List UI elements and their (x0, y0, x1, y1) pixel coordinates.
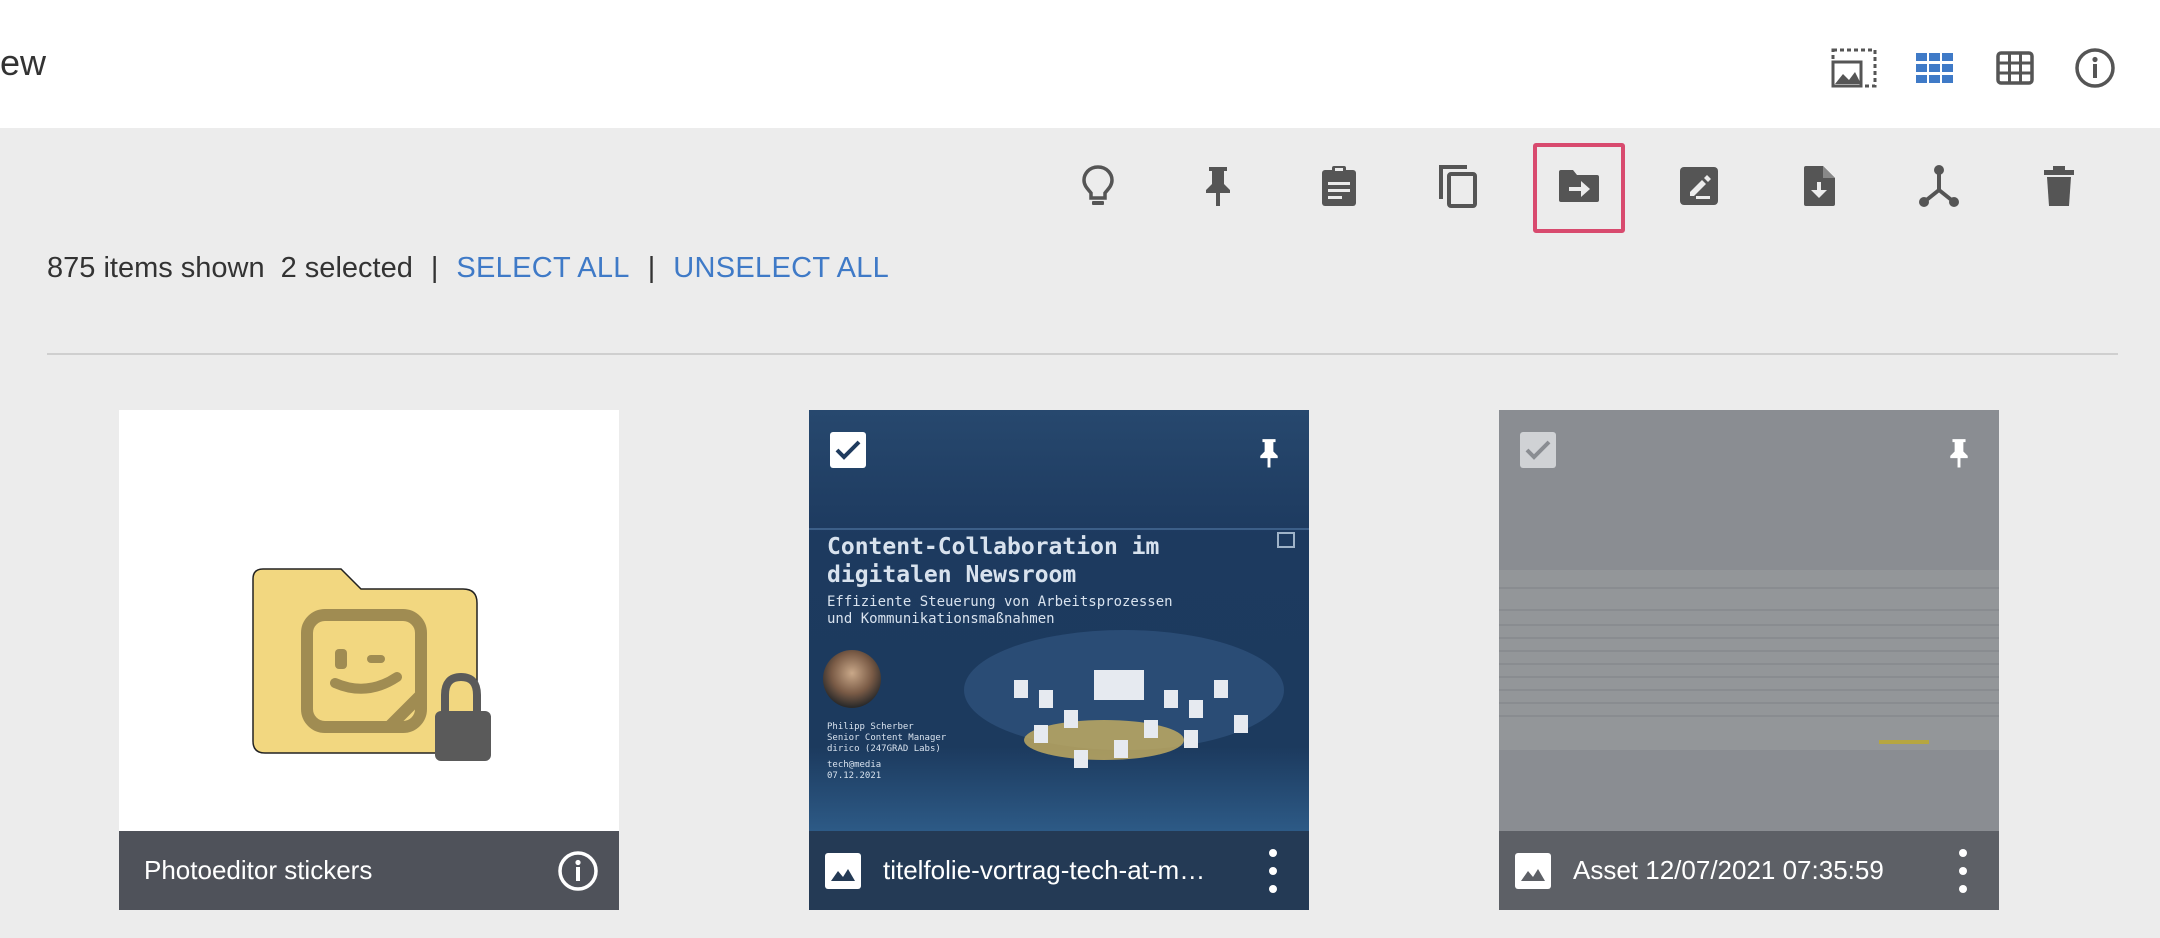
edit-icon (1679, 166, 1719, 211)
speaker-role: Senior Content Manager (827, 733, 947, 743)
speaker-name: Philipp Scherber (827, 722, 914, 732)
select-all-link[interactable]: SELECT ALL (456, 252, 629, 285)
move-to-folder-button[interactable] (1533, 143, 1625, 233)
pin-icon[interactable] (1255, 436, 1283, 470)
newsroom-illustration (964, 630, 1284, 768)
slide-title: digitalen Newsroom (827, 562, 1077, 588)
copy-button[interactable] (1412, 143, 1504, 233)
image-icon (1515, 852, 1551, 889)
clipboard-icon (1320, 164, 1358, 213)
copy-icon (1437, 163, 1479, 214)
pin-icon[interactable] (1945, 436, 1973, 470)
separator: | (430, 252, 439, 284)
image-icon (825, 852, 861, 889)
table-view-icon[interactable] (1991, 44, 2039, 92)
card-footer: Photoeditor stickers (119, 831, 619, 910)
delete-button[interactable] (2013, 143, 2105, 233)
card-label: Photoeditor stickers (144, 855, 373, 885)
table-thumbnail (1499, 410, 1999, 831)
card-footer: titelfolie-vortrag-tech-at-me… (809, 831, 1309, 910)
speaker-company: dirico (247GRAD Labs) (827, 744, 941, 754)
delete-icon (2042, 165, 2076, 212)
more-options-icon[interactable] (1957, 849, 1969, 893)
slide-thumbnail: Content-Collaboration im digitalen Newsr… (809, 410, 1309, 831)
download-file-button[interactable] (1773, 143, 1865, 233)
asset-card[interactable]: Asset 12/07/2021 07:35:59 (1499, 410, 1999, 910)
separator: | (647, 252, 656, 284)
merge-button[interactable] (1893, 143, 1985, 233)
card-label: titelfolie-vortrag-tech-at-me… (883, 855, 1213, 885)
pin-icon (1203, 164, 1233, 213)
edit-button[interactable] (1653, 143, 1745, 233)
asset-card[interactable]: Content-Collaboration im digitalen Newsr… (809, 410, 1309, 910)
top-header: ew (0, 0, 2160, 128)
divider (47, 353, 2118, 355)
card-footer: Asset 12/07/2021 07:35:59 (1499, 831, 1999, 910)
clipboard-button[interactable] (1293, 143, 1385, 233)
event-date: 07.12.2021 (827, 771, 882, 781)
event-name: tech@media (827, 760, 882, 770)
folder-lock-icon (249, 565, 519, 770)
page-title: ew (0, 42, 47, 83)
image-area-icon[interactable] (1830, 44, 1878, 92)
download-file-icon (1801, 164, 1837, 213)
ideas-button[interactable] (1052, 143, 1144, 233)
folder-card[interactable]: Photoeditor stickers (119, 410, 619, 910)
pin-button[interactable] (1172, 143, 1264, 233)
speaker-avatar (823, 650, 881, 708)
slide-subtitle: Effiziente Steuerung von Arbeitsprozesse… (827, 594, 1173, 610)
slide-title: Content-Collaboration im (827, 534, 1160, 560)
info-icon[interactable] (2071, 44, 2119, 92)
move-to-folder-icon (1557, 168, 1601, 209)
grid-view-icon[interactable] (1911, 44, 1959, 92)
unselect-all-link[interactable]: UNSELECT ALL (673, 252, 889, 285)
selected-count: 2 selected (280, 252, 413, 284)
items-shown-count: 875 items shown (47, 252, 265, 284)
more-options-icon[interactable] (1267, 849, 1279, 893)
screen-icon (1277, 532, 1295, 548)
selected-checkbox[interactable] (830, 432, 866, 468)
lightbulb-icon (1081, 164, 1115, 213)
selection-status: 875 items shown 2 selected | SELECT ALL … (47, 252, 889, 285)
merge-icon (1919, 164, 1959, 213)
selected-checkbox[interactable] (1520, 432, 1556, 468)
card-label: Asset 12/07/2021 07:35:59 (1573, 855, 1884, 885)
info-icon[interactable] (557, 850, 599, 897)
